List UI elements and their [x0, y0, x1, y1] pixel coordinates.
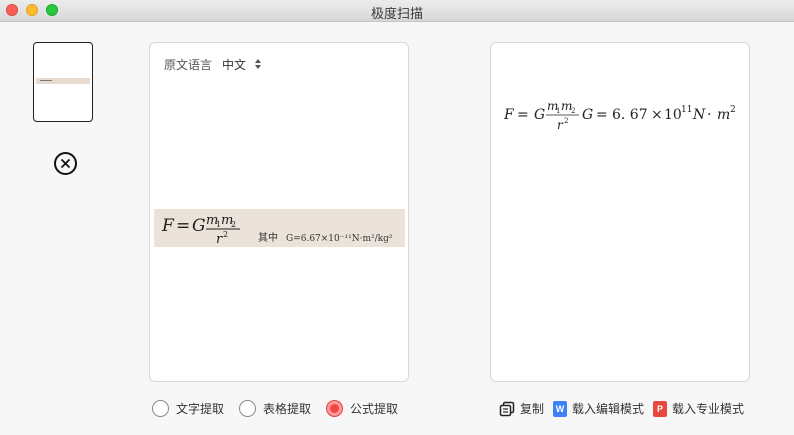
source-panel: 原文语言 中文 F = G m 1 m 2 r 2 其中 G=6.67×10⁻¹…: [149, 42, 409, 382]
svg-text:N: N: [692, 107, 706, 123]
copy-icon: [499, 401, 515, 417]
svg-text:r: r: [557, 118, 564, 132]
svg-text:2: 2: [223, 230, 228, 239]
result-panel: F = G m 1 m 2 r 2 G = 6. 67 × 10 11 N · …: [490, 42, 750, 382]
svg-text:·: ·: [707, 107, 711, 123]
mode-table-extract[interactable]: 表格提取: [239, 400, 311, 417]
copy-button[interactable]: 复制: [499, 400, 544, 417]
action-bar: 复制 W 载入编辑模式 P 载入专业模式: [499, 400, 753, 417]
svg-text:11: 11: [681, 105, 692, 115]
mode-text-extract[interactable]: 文字提取: [152, 400, 224, 417]
svg-text:2: 2: [730, 105, 736, 115]
window-title: 极度扫描: [370, 7, 423, 22]
language-value: 中文: [222, 58, 247, 72]
svg-text:6. 67: 6. 67: [612, 107, 648, 123]
close-icon: [60, 158, 71, 169]
svg-text:10: 10: [664, 107, 682, 123]
scanned-formula-image: F = G m 1 m 2 r 2 其中 G=6.67×10⁻¹¹N·m²/kg…: [161, 213, 393, 247]
svg-text:m: m: [717, 107, 730, 123]
svg-text:=: =: [596, 107, 608, 123]
mode-formula-extract[interactable]: 公式提取: [326, 400, 398, 417]
language-select[interactable]: 中文: [222, 56, 262, 73]
title-bar: 极度扫描: [0, 0, 794, 22]
pdf-icon: P: [653, 400, 668, 417]
svg-text:r: r: [216, 232, 223, 247]
radio-selected-icon: [326, 400, 344, 417]
svg-text:1: 1: [556, 107, 560, 115]
scan-note-value: G=6.67×10⁻¹¹N·m²/kg²: [286, 234, 393, 244]
svg-text:2: 2: [564, 117, 568, 125]
thumbnail-preview: [36, 78, 90, 84]
scanned-image: F = G m 1 m 2 r 2 其中 G=6.67×10⁻¹¹N·m²/kg…: [154, 209, 405, 247]
svg-text:G: G: [582, 107, 593, 123]
extracted-formula[interactable]: F = G m 1 m 2 r 2 G = 6. 67 × 10 11 N · …: [503, 95, 740, 143]
extraction-mode-group: 文字提取 表格提取 公式提取: [152, 400, 413, 417]
language-label: 原文语言: [164, 58, 213, 72]
load-pro-mode-button[interactable]: P 载入专业模式: [653, 400, 744, 417]
svg-text:2: 2: [231, 220, 236, 229]
svg-text:×: ×: [651, 107, 663, 123]
radio-icon: [239, 400, 257, 417]
svg-text:F: F: [504, 107, 515, 123]
page-thumbnail[interactable]: [33, 42, 93, 122]
remove-image-button[interactable]: [54, 152, 77, 175]
formula-render: F = G m 1 m 2 r 2 G = 6. 67 × 10 11 N · …: [503, 99, 736, 132]
svg-text:2: 2: [571, 107, 575, 115]
svg-text:=: =: [176, 216, 190, 236]
svg-text:G: G: [192, 216, 206, 236]
radio-icon: [152, 400, 169, 417]
svg-text:G: G: [534, 107, 545, 123]
main-content: 原文语言 中文 F = G m 1 m 2 r 2 其中 G=6.67×10⁻¹…: [0, 22, 794, 435]
word-icon: W: [553, 400, 568, 417]
svg-text:F: F: [161, 216, 175, 236]
scan-note-prefix: 其中: [258, 231, 278, 244]
updown-arrow-icon: [254, 59, 262, 70]
load-edit-mode-button[interactable]: W 载入编辑模式: [553, 400, 644, 417]
svg-text:=: =: [517, 107, 529, 123]
